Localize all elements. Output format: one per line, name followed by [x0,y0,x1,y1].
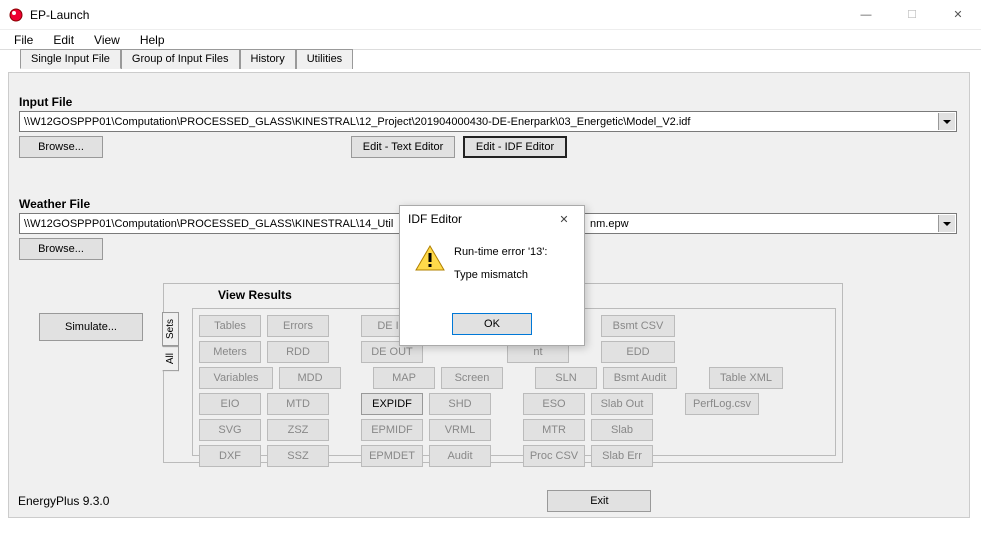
result-btn-slab-err: Slab Err [591,445,653,467]
exit-button[interactable]: Exit [547,490,651,512]
minimize-button[interactable]: — [843,0,889,30]
maximize-button: ☐ [889,0,935,30]
input-file-dropdown-arrow[interactable] [938,113,955,130]
error-dialog: IDF Editor ✕ Run-time error '13': Type m… [399,205,585,346]
result-btn-variables: Variables [199,367,273,389]
result-btn-svg: SVG [199,419,261,441]
result-btn-tables: Tables [199,315,261,337]
result-btn-eso: ESO [523,393,585,415]
menu-help[interactable]: Help [132,31,173,49]
view-results-title: View Results [218,288,292,302]
input-file-path: \\W12GOSPPP01\Computation\PROCESSED_GLAS… [24,116,690,128]
menu-file[interactable]: File [6,31,41,49]
result-btn-edd: EDD [601,341,675,363]
weather-file-path-right: nm.epw [590,218,629,230]
result-btn-shd: SHD [429,393,491,415]
dialog-error-line1: Run-time error '13': [454,244,547,261]
side-tab-all[interactable]: All [162,346,179,371]
result-btn-mtd: MTD [267,393,329,415]
input-file-combo[interactable]: \\W12GOSPPP01\Computation\PROCESSED_GLAS… [19,111,957,132]
tab-group-input-files[interactable]: Group of Input Files [121,49,240,69]
result-btn-audit: Audit [429,445,491,467]
weather-file-browse-button[interactable]: Browse... [19,238,103,260]
result-btn-bsmt-audit: Bsmt Audit [603,367,677,389]
input-file-label: Input File [19,95,957,109]
result-btn-meters: Meters [199,341,261,363]
dialog-close-button[interactable]: ✕ [544,206,584,232]
weather-file-dropdown-arrow[interactable] [938,215,955,232]
tab-single-input-file[interactable]: Single Input File [20,49,121,69]
result-btn-expidf[interactable]: EXPIDF [361,393,423,415]
result-btn-slab: Slab [591,419,653,441]
result-btn-epmidf: EPMIDF [361,419,423,441]
side-tab-sets[interactable]: Sets [162,312,179,346]
result-btn-bsmt-csv: Bsmt CSV [601,315,675,337]
result-btn-dxf: DXF [199,445,261,467]
result-btn-perflog-csv: PerfLog.csv [685,393,759,415]
tab-utilities[interactable]: Utilities [296,49,353,69]
edit-text-editor-button[interactable]: Edit - Text Editor [351,136,455,158]
window-title: EP-Launch [30,8,843,22]
result-btn-mdd: MDD [279,367,341,389]
result-btn-errors: Errors [267,315,329,337]
input-file-browse-button[interactable]: Browse... [19,136,103,158]
result-btn-map: MAP [373,367,435,389]
weather-file-path-left: \\W12GOSPPP01\Computation\PROCESSED_GLAS… [24,218,393,230]
result-btn-sln: SLN [535,367,597,389]
menu-view[interactable]: View [86,31,128,49]
version-label: EnergyPlus 9.3.0 [18,494,109,508]
result-btn-rdd: RDD [267,341,329,363]
result-btn-eio: EIO [199,393,261,415]
result-btn-vrml: VRML [429,419,491,441]
result-btn-proc-csv: Proc CSV [523,445,585,467]
result-btn-mtr: MTR [523,419,585,441]
result-btn-epmdet: EPMDET [361,445,423,467]
menu-edit[interactable]: Edit [45,31,82,49]
close-window-button[interactable]: ✕ [935,0,981,30]
result-btn-zsz: ZSZ [267,419,329,441]
dialog-ok-button[interactable]: OK [452,313,532,335]
warning-icon [414,244,446,272]
result-btn-screen: Screen [441,367,503,389]
result-btn-slab-out: Slab Out [591,393,653,415]
result-btn-ssz: SSZ [267,445,329,467]
result-btn-table-xml: Table XML [709,367,783,389]
edit-idf-editor-button[interactable]: Edit - IDF Editor [463,136,567,158]
app-logo-icon [8,7,24,23]
simulate-button[interactable]: Simulate... [39,313,143,341]
dialog-error-line2: Type mismatch [454,267,547,284]
tab-history[interactable]: History [240,49,296,69]
